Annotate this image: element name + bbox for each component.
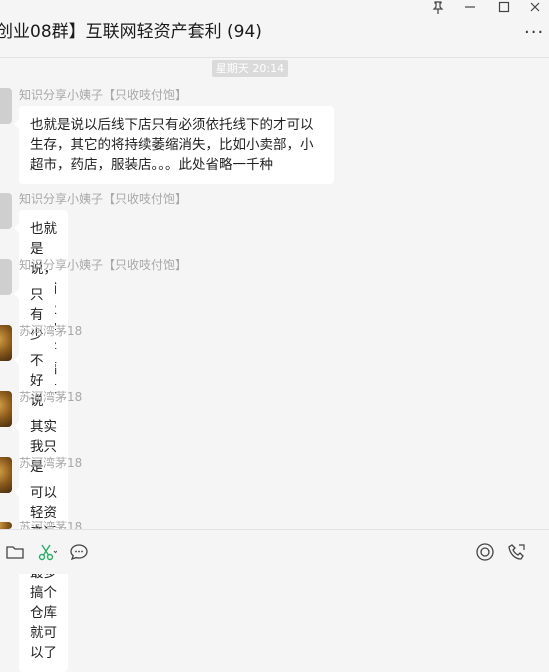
sender-name: 苏河湾茅18 <box>19 456 83 470</box>
sender-name: 知识分享小姨子【只收吱付饱】 <box>19 88 188 102</box>
chat-bubble-icon[interactable] <box>69 542 89 562</box>
message-line: 生存，其它的将持续萎缩消失，比如小卖部，小 <box>30 137 314 153</box>
maximize-icon[interactable] <box>493 1 515 17</box>
avatar[interactable] <box>0 325 12 361</box>
avatar[interactable] <box>0 522 12 529</box>
message-line: 也就是说以后线下店只有必须依托线下的才可以 <box>30 117 314 133</box>
message-bubble[interactable]: 也就是说以后线下店只有必须依托线下的才可以 生存，其它的将持续萎缩消失，比如小卖… <box>14 106 334 184</box>
sender-name: 知识分享小姨子【只收吱付饱】 <box>19 258 188 272</box>
avatar[interactable] <box>0 457 12 493</box>
close-icon[interactable] <box>524 1 546 17</box>
input-toolbar <box>0 529 549 574</box>
message-line: 超市，药店，服装店。。。此处省略一千种 <box>30 157 273 173</box>
chat-title: 创业08群】互联网轻资产套利 (94) <box>0 22 262 42</box>
more-icon[interactable]: ··· <box>524 22 544 43</box>
scissors-icon[interactable] <box>37 542 58 562</box>
avatar[interactable] <box>0 259 12 295</box>
call-icon[interactable] <box>507 542 527 562</box>
sender-name: 苏河湾茅18 <box>19 324 83 338</box>
pin-icon[interactable] <box>427 1 449 17</box>
live-icon[interactable] <box>475 542 495 562</box>
avatar[interactable] <box>0 391 12 427</box>
timestamp: 星期天 20:14 <box>212 60 288 77</box>
folder-icon[interactable] <box>5 542 25 562</box>
avatar[interactable] <box>0 193 12 229</box>
sender-name: 知识分享小姨子【只收吱付饱】 <box>19 192 188 206</box>
sender-name: 苏河湾茅18 <box>19 390 83 404</box>
minimize-icon[interactable] <box>459 1 481 17</box>
avatar[interactable] <box>0 88 12 124</box>
title-bar: 创业08群】互联网轻资产套利 (94) ··· <box>0 0 549 58</box>
sender-name: 苏河湾茅18 <box>19 520 83 529</box>
